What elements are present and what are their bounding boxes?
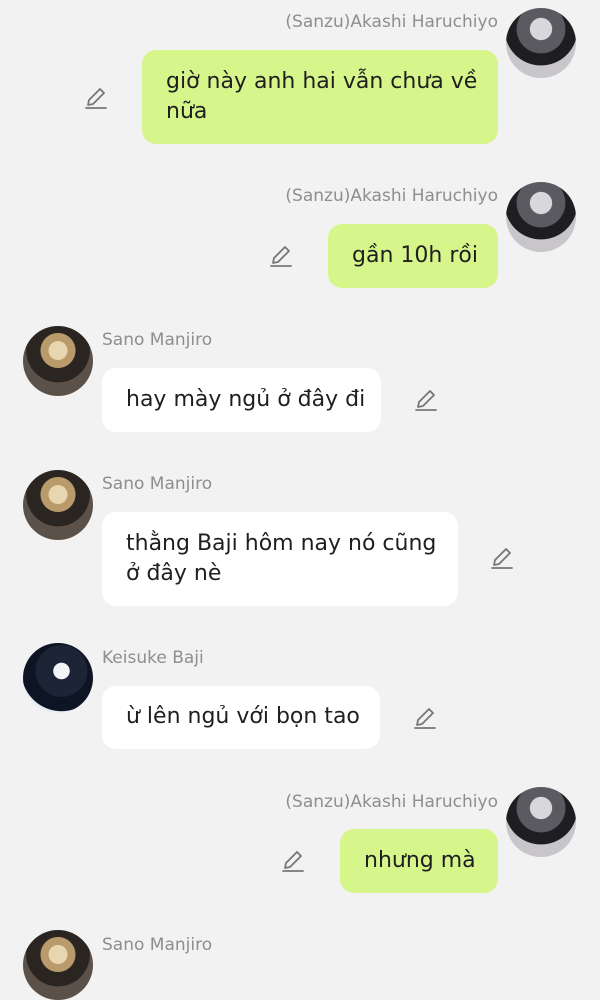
message-bubble[interactable]: nhưng mà <box>340 829 498 893</box>
message-bubble[interactable]: thằng Baji hôm nay nó cũng ở đây nè <box>102 512 458 606</box>
message-text: nhưng mà <box>364 848 476 873</box>
sender-name: (Sanzu)Akashi Haruchiyo <box>285 186 498 206</box>
pencil-edit-icon[interactable] <box>412 705 438 731</box>
avatar[interactable] <box>506 787 576 857</box>
avatar[interactable] <box>23 643 93 713</box>
avatar[interactable] <box>506 8 576 78</box>
pencil-edit-icon[interactable] <box>489 545 515 571</box>
message-bubble[interactable]: ừ lên ngủ với bọn tao <box>102 686 380 749</box>
message-bubble[interactable]: gần 10h rồi <box>328 224 498 288</box>
avatar[interactable] <box>23 930 93 1000</box>
sender-name: (Sanzu)Akashi Haruchiyo <box>285 792 498 812</box>
sender-name: Keisuke Baji <box>102 648 204 668</box>
message-text: hay mày ngủ ở đây đi <box>126 387 366 412</box>
sender-name: Sano Manjiro <box>102 474 213 494</box>
message-text: gần 10h rồi <box>352 243 478 268</box>
sender-name: Sano Manjiro <box>102 330 213 350</box>
message-text: giờ này anh hai vẫn chưa về nữa <box>166 69 478 124</box>
sender-name: Sano Manjiro <box>102 935 213 955</box>
message-bubble[interactable]: hay mày ngủ ở đây đi <box>102 368 381 432</box>
message-text: ừ lên ngủ với bọn tao <box>126 704 360 729</box>
message-text: thằng Baji hôm nay nó cũng ở đây nè <box>126 531 437 586</box>
avatar[interactable] <box>506 182 576 252</box>
avatar[interactable] <box>23 470 93 540</box>
sender-name: (Sanzu)Akashi Haruchiyo <box>285 12 498 32</box>
pencil-edit-icon[interactable] <box>280 848 306 874</box>
pencil-edit-icon[interactable] <box>413 387 439 413</box>
pencil-edit-icon[interactable] <box>83 85 109 111</box>
avatar[interactable] <box>23 326 93 396</box>
pencil-edit-icon[interactable] <box>268 243 294 269</box>
message-bubble[interactable]: giờ này anh hai vẫn chưa về nữa <box>142 50 498 144</box>
